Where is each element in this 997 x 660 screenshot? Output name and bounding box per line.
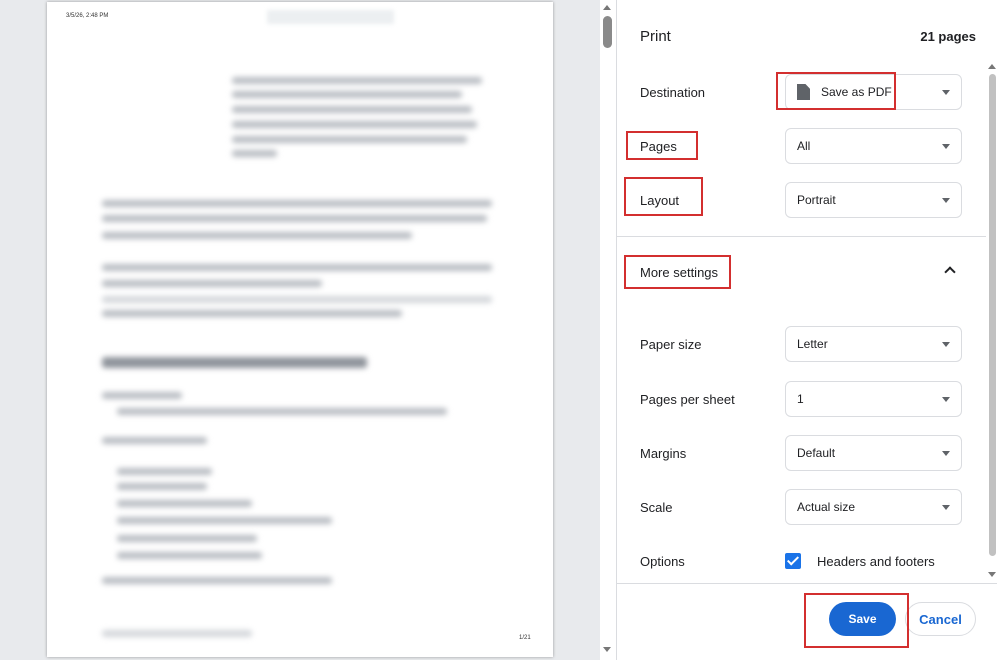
blurred-text	[102, 215, 487, 222]
print-settings-panel: Print 21 pages Destination Save as PDF P…	[616, 0, 997, 660]
destination-label: Destination	[640, 85, 706, 100]
panel-title: Print	[640, 28, 671, 45]
scroll-down-arrow-icon[interactable]	[988, 572, 996, 577]
blurred-text	[102, 296, 492, 303]
destination-select[interactable]: Save as PDF	[785, 74, 962, 110]
blurred-text	[117, 483, 207, 490]
print-preview-area: 3/5/26, 2:48 PM 1/21	[0, 0, 600, 660]
paper-size-value: Letter	[797, 337, 828, 351]
blurred-text	[117, 408, 447, 415]
scroll-down-arrow-icon[interactable]	[603, 647, 611, 652]
cancel-button[interactable]: Cancel	[905, 602, 976, 636]
blurred-text	[102, 437, 207, 444]
scale-value: Actual size	[797, 500, 856, 514]
scale-label: Scale	[640, 500, 673, 515]
more-settings-toggle[interactable]: More settings	[640, 265, 718, 280]
dropdown-arrow-icon	[942, 397, 950, 402]
blurred-text	[232, 77, 482, 84]
pages-select[interactable]: All	[785, 128, 962, 164]
margins-label: Margins	[640, 446, 687, 461]
pages-per-sheet-value: 1	[797, 392, 804, 406]
headers-footers-label[interactable]: Headers and footers	[817, 554, 935, 569]
scrollbar-thumb[interactable]	[989, 74, 996, 556]
pages-per-sheet-label: Pages per sheet	[640, 392, 735, 407]
page-header-title-blurred	[267, 10, 394, 24]
blurred-text	[102, 630, 252, 637]
margins-value: Default	[797, 446, 836, 460]
page-header-date: 3/5/26, 2:48 PM	[66, 13, 109, 19]
chevron-up-icon[interactable]	[944, 266, 956, 278]
paper-size-select[interactable]: Letter	[785, 326, 962, 362]
dropdown-arrow-icon	[942, 451, 950, 456]
scroll-up-arrow-icon[interactable]	[988, 64, 996, 69]
dropdown-arrow-icon	[942, 342, 950, 347]
blurred-text	[232, 91, 462, 98]
options-label: Options	[640, 554, 685, 569]
page-footer-number: 1/21	[519, 635, 531, 641]
paper-size-label: Paper size	[640, 337, 702, 352]
blurred-text	[232, 106, 472, 113]
blurred-text	[232, 121, 477, 128]
page-count: 21 pages	[920, 29, 976, 44]
blurred-text	[102, 264, 492, 271]
file-icon	[797, 84, 810, 100]
pages-per-sheet-select[interactable]: 1	[785, 381, 962, 417]
margins-select[interactable]: Default	[785, 435, 962, 471]
preview-scrollbar[interactable]	[600, 0, 615, 660]
dropdown-arrow-icon	[942, 198, 950, 203]
blurred-text	[117, 500, 252, 507]
layout-value: Portrait	[797, 193, 836, 207]
dropdown-arrow-icon	[942, 144, 950, 149]
destination-value: Save as PDF	[821, 85, 892, 99]
blurred-text	[102, 392, 182, 399]
headers-footers-checkbox[interactable]	[785, 553, 801, 569]
blurred-text	[117, 517, 332, 524]
scale-select[interactable]: Actual size	[785, 489, 962, 525]
layout-select[interactable]: Portrait	[785, 182, 962, 218]
blurred-text	[102, 280, 322, 287]
blurred-text	[102, 577, 332, 584]
scroll-up-arrow-icon[interactable]	[603, 5, 611, 10]
pages-value: All	[797, 139, 811, 153]
blurred-text	[232, 136, 467, 143]
dropdown-arrow-icon	[942, 90, 950, 95]
blurred-text	[117, 552, 262, 559]
pages-label: Pages	[640, 139, 677, 154]
blurred-text	[117, 535, 257, 542]
blurred-text	[117, 468, 212, 475]
layout-label: Layout	[640, 193, 680, 208]
panel-footer: Save Cancel	[617, 583, 997, 660]
blurred-text	[102, 310, 402, 317]
settings-scrollbar[interactable]	[987, 62, 997, 582]
dropdown-arrow-icon	[942, 505, 950, 510]
save-button[interactable]: Save	[829, 602, 896, 636]
blurred-text	[232, 150, 277, 157]
blurred-text	[102, 200, 492, 207]
blurred-text	[102, 232, 412, 239]
preview-page: 3/5/26, 2:48 PM 1/21	[47, 2, 553, 657]
divider	[617, 236, 986, 237]
scrollbar-thumb[interactable]	[603, 16, 612, 48]
blurred-heading	[102, 357, 367, 368]
